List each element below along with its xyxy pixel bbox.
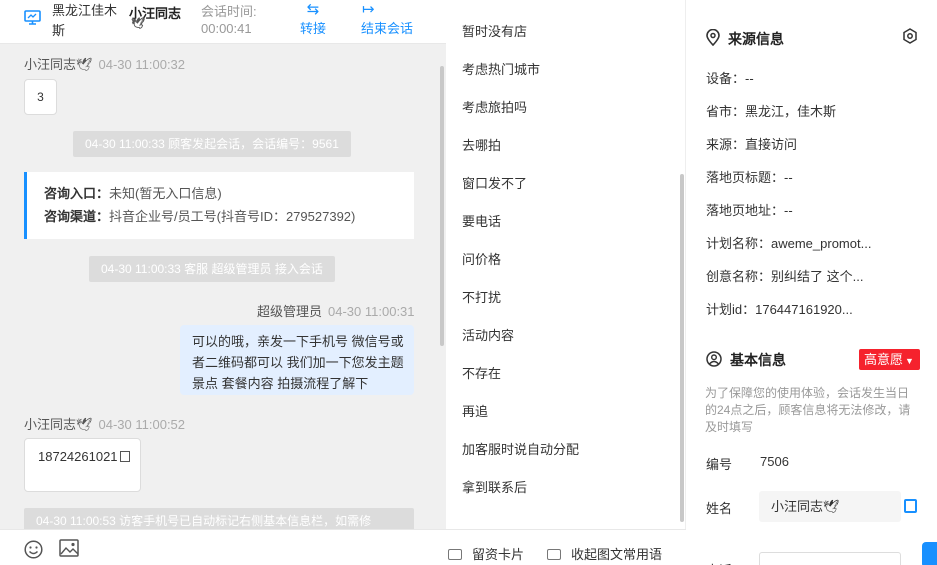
- source-info-title: 来源信息: [706, 28, 784, 49]
- transfer-icon: ⇆: [306, 1, 320, 18]
- message-bubble-outgoing: 可以的哦，亲发一下手机号 微信号或者二维码都可以 我们加一下您发主题景点 套餐内…: [180, 325, 414, 395]
- sender-name: 小汪同志🕊: [24, 417, 93, 432]
- caret-down-icon: ▼: [905, 356, 914, 366]
- system-message: 04-30 11:00:33 顾客发起会话，会话编号：9561: [73, 131, 351, 157]
- quick-phrase-item[interactable]: 窗口发不了: [462, 174, 527, 194]
- source-plan-id: 计划id：176447161920...: [706, 302, 853, 317]
- quick-phrase-item[interactable]: 要电话: [462, 212, 501, 232]
- message-bubble: 3: [24, 79, 57, 115]
- user-icon: [706, 351, 722, 370]
- session-time-value: 00:00:41: [201, 21, 252, 36]
- message-time: 04-30 11:00:31: [328, 304, 415, 319]
- visitor-info-panel: 来源信息 设备：-- 省市：黑龙江，佳木斯 来源：直接访问 落地页标题：-- 落…: [686, 0, 937, 565]
- floating-action-button[interactable]: [922, 542, 937, 565]
- visitor-name: 小汪同志 🕊: [129, 3, 181, 30]
- quick-phrase-item[interactable]: 去哪拍: [462, 136, 501, 156]
- quick-phrase-item[interactable]: 考虑旅拍吗: [462, 98, 527, 118]
- intent-badge-label: 高意愿: [864, 352, 904, 367]
- source-device: 设备：--: [706, 71, 754, 86]
- target-icon[interactable]: [902, 28, 918, 47]
- system-message: 04-30 11:00:33 客服 超级管理员 接入会话: [89, 256, 335, 282]
- consult-channel-label: 咨询渠道：: [44, 209, 110, 224]
- transfer-label: 转接: [300, 21, 327, 36]
- system-message: 04-30 11:00:53 访客手机号已自动标记右侧基本信息栏，如需修: [24, 508, 414, 529]
- quick-phrase-item[interactable]: 活动内容: [462, 326, 514, 346]
- input-toolbar: [0, 529, 446, 565]
- source-info-label: 来源信息: [728, 31, 784, 47]
- message-time: 04-30 11:00:52: [98, 417, 186, 432]
- phrase-scrollbar[interactable]: [680, 174, 684, 522]
- quick-phrase-item[interactable]: 再追: [462, 402, 488, 422]
- message-sender: 小汪同志🕊 04-30 11:00:32: [24, 54, 185, 73]
- id-value: 7506: [760, 454, 789, 469]
- source-landing-url: 落地页地址：--: [706, 203, 793, 218]
- card-icon: [448, 549, 462, 560]
- visitor-location: 黑龙江佳木斯: [52, 3, 118, 38]
- name-label: 姓名: [706, 501, 733, 516]
- consult-entry-value: 未知(暂无入口信息): [109, 186, 222, 201]
- intent-badge[interactable]: 高意愿 ▼: [859, 349, 920, 370]
- location-pin-icon: [706, 28, 720, 49]
- edit-icon[interactable]: [904, 499, 917, 513]
- monitor-icon: [24, 10, 41, 28]
- message-scrollbar[interactable]: [440, 66, 444, 346]
- transfer-button[interactable]: ⇆ 转接: [300, 0, 326, 42]
- basic-info-title: 基本信息: [706, 350, 786, 370]
- basic-info-note: 为了保障您的使用体验，会话发生当日的24点之后，顾客信息将无法修改，请及时填写: [705, 386, 911, 434]
- phrase-footer: 留资卡片 收起图文常用语: [446, 529, 686, 565]
- quick-phrase-item[interactable]: 暂时没有店: [462, 22, 527, 42]
- emoji-icon[interactable]: [24, 540, 43, 562]
- quick-phrase-item[interactable]: 不存在: [462, 364, 501, 384]
- visitor-emoji: 🕊: [131, 18, 145, 30]
- lead-card-label: 留资卡片: [472, 547, 525, 562]
- id-label: 编号: [706, 457, 733, 472]
- message-sender: 小汪同志🕊 04-30 11:00:52: [24, 414, 185, 433]
- message-bubble: 18724261021: [24, 438, 141, 492]
- basic-info-label: 基本信息: [730, 352, 786, 368]
- end-session-label: 结束会话: [361, 21, 414, 36]
- chat-header: 黑龙江佳木斯 小汪同志 🕊 会话时间: 00:00:41 ⇆ 转接 ↦ 结束会话: [0, 0, 446, 44]
- consult-info-card: 咨询入口：未知(暂无入口信息) 咨询渠道：抖音企业号/员工号(抖音号ID：279…: [24, 172, 414, 239]
- quick-phrase-item[interactable]: 不打扰: [462, 288, 501, 308]
- sender-name: 小汪同志🕊: [24, 57, 93, 72]
- copy-icon[interactable]: [119, 451, 130, 462]
- image-icon[interactable]: [59, 539, 79, 560]
- session-time-label: 会话时间:: [201, 4, 257, 19]
- consult-channel-value: 抖音企业号/员工号(抖音号ID：279527392): [109, 209, 356, 224]
- lead-card-button[interactable]: 留资卡片: [448, 544, 524, 563]
- message-list[interactable]: 小汪同志🕊 04-30 11:00:32 3 04-30 11:00:33 顾客发…: [0, 44, 446, 529]
- consult-entry-label: 咨询入口：: [44, 186, 110, 201]
- phone-label: 电话: [706, 560, 732, 565]
- message-sender: 超级管理员 04-30 11:00:31: [257, 301, 415, 320]
- chat-area: 黑龙江佳木斯 小汪同志 🕊 会话时间: 00:00:41 ⇆ 转接 ↦ 结束会话…: [0, 0, 446, 565]
- source-province: 省市：黑龙江，佳木斯: [706, 104, 837, 119]
- source-creative-name: 创意名称：别纠结了 这个...: [706, 269, 864, 284]
- end-session-button[interactable]: ↦ 结束会话: [361, 0, 413, 42]
- quick-phrase-item[interactable]: 考虑热门城市: [462, 60, 540, 80]
- phone-field[interactable]: [759, 552, 901, 565]
- quick-phrase-panel: 暂时没有店 考虑热门城市 考虑旅拍吗 去哪拍 窗口发不了 要电话 问价格 不打扰…: [446, 0, 686, 565]
- quick-phrase-item[interactable]: 加客服时说自动分配: [462, 440, 579, 460]
- source-landing-title: 落地页标题：--: [706, 170, 793, 185]
- message-icon: [547, 549, 561, 560]
- source-from: 来源：直接访问: [706, 137, 798, 152]
- exit-icon: ↦: [362, 1, 375, 18]
- source-plan-name: 计划名称：aweme_promot...: [706, 236, 872, 251]
- collapse-phrases-label: 收起图文常用语: [571, 547, 663, 562]
- quick-phrase-item[interactable]: 问价格: [462, 250, 501, 270]
- message-time: 04-30 11:00:32: [98, 57, 186, 72]
- phone-number-text: 18724261021: [38, 449, 118, 464]
- name-field[interactable]: 小汪同志🕊: [759, 491, 901, 522]
- collapse-phrases-button[interactable]: 收起图文常用语: [547, 544, 662, 563]
- sender-name: 超级管理员: [257, 304, 323, 319]
- quick-phrase-item[interactable]: 拿到联系后: [462, 478, 527, 498]
